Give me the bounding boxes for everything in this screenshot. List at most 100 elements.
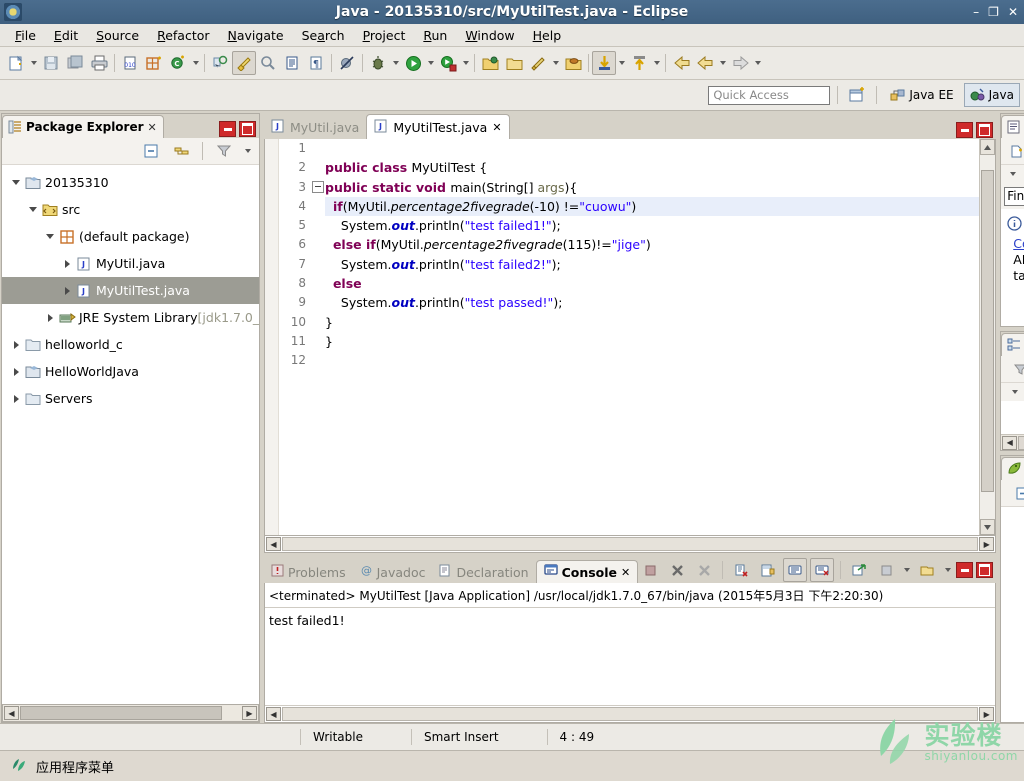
focus-on-active-task-icon[interactable]	[1009, 357, 1024, 381]
scroll-left-button[interactable]: ◀	[266, 537, 281, 551]
collapse-all-icon[interactable]	[139, 139, 163, 163]
save-icon[interactable]	[39, 51, 63, 75]
code-content[interactable]: public class MyUtilTest {public static v…	[325, 139, 980, 535]
code-line[interactable]: public class MyUtilTest {	[325, 158, 979, 177]
show-console-on-output-icon[interactable]	[783, 558, 808, 582]
code-line[interactable]: else if(MyUtil.percentage2fivegrade(115)…	[325, 235, 979, 254]
twisty-expanded-icon[interactable]	[42, 234, 58, 239]
console-tab-javadoc[interactable]: @ Javadoc	[353, 561, 433, 583]
quick-fix-icon[interactable]	[232, 51, 256, 75]
tree-item-20135310[interactable]: 20135310	[2, 169, 259, 196]
scroll-left-button[interactable]: ◀	[266, 707, 281, 721]
code-line[interactable]: if(MyUtil.percentage2fivegrade(-10) !="c…	[325, 196, 980, 217]
display-selected-console-icon[interactable]	[847, 558, 871, 582]
tree-item-src[interactable]: src	[2, 196, 259, 223]
link-with-editor-icon[interactable]	[169, 139, 193, 163]
tree-item-jre-system-library[interactable]: JRE System Library [jdk1.7.0_67	[2, 304, 259, 331]
twisty-collapsed-icon[interactable]	[8, 341, 24, 349]
twisty-expanded-icon[interactable]	[25, 207, 41, 212]
code-line[interactable]: else	[325, 274, 979, 293]
scroll-left-button[interactable]: ◀	[1002, 435, 1018, 450]
code-line[interactable]: System.out.println("test failed2!");	[325, 255, 979, 274]
twisty-collapsed-icon[interactable]	[8, 395, 24, 403]
package-explorer-hscrollbar[interactable]: ◀ ▶	[2, 704, 259, 722]
run-as-server-icon[interactable]	[436, 51, 460, 75]
twisty-collapsed-icon[interactable]	[8, 368, 24, 376]
new-task-icon[interactable]	[1005, 139, 1024, 163]
menu-item-file[interactable]: File	[6, 26, 45, 45]
spring-explorer-body[interactable]	[1001, 507, 1024, 722]
view-menu-icon[interactable]	[1007, 163, 1018, 185]
console-body[interactable]: <terminated> MyUtilTest [Java Applicatio…	[264, 583, 997, 723]
new-class-icon[interactable]: C	[166, 51, 190, 75]
twisty-collapsed-icon[interactable]	[59, 287, 75, 295]
console-tab-console[interactable]: Console ✕	[535, 560, 639, 583]
annotate-icon[interactable]	[526, 51, 550, 75]
taskbar-app-menu-label[interactable]: 应用程序菜单	[36, 757, 114, 776]
back-icon[interactable]	[693, 51, 717, 75]
menu-item-search[interactable]: Search	[293, 26, 354, 45]
scroll-left-button[interactable]: ◀	[4, 706, 19, 720]
tree-item-myutiltest-java[interactable]: J MyUtilTest.java	[2, 277, 259, 304]
annotation-ruler[interactable]	[265, 139, 279, 535]
perspective-java[interactable]: Java	[963, 83, 1020, 107]
deactivate-task-dropdown-icon[interactable]	[651, 52, 662, 74]
remove-launch-icon[interactable]	[665, 558, 689, 582]
code-line[interactable]: }	[325, 332, 979, 351]
hscroll-thumb[interactable]	[282, 707, 979, 721]
annotate-dropdown-icon[interactable]	[550, 52, 561, 74]
run-dropdown-icon[interactable]	[425, 52, 436, 74]
code-line[interactable]: public static void main(String[] args){	[325, 178, 979, 197]
scroll-right-button[interactable]: ▶	[979, 707, 995, 721]
remove-all-launches-icon[interactable]	[692, 558, 716, 582]
print-icon[interactable]	[87, 51, 111, 75]
vscroll-thumb[interactable]	[981, 170, 995, 492]
pin-console-icon[interactable]	[810, 558, 835, 582]
menu-item-navigate[interactable]: Navigate	[219, 26, 293, 45]
close-icon[interactable]: ✕	[492, 121, 501, 134]
code-line[interactable]	[325, 351, 979, 370]
fold-collapse-icon[interactable]	[311, 178, 325, 197]
twisty-collapsed-icon[interactable]	[42, 314, 58, 322]
terminate-icon[interactable]	[638, 558, 662, 582]
scroll-down-button[interactable]	[980, 519, 996, 535]
toggle-breakpoint-icon[interactable]: 010	[118, 51, 142, 75]
tab-task-list[interactable]: Task List ✕	[1001, 115, 1024, 138]
open-console-icon[interactable]	[874, 558, 898, 582]
open-task-icon[interactable]	[561, 51, 585, 75]
minimize-console-button[interactable]	[956, 562, 974, 578]
scroll-right-button[interactable]: ▶	[979, 537, 995, 551]
hscroll-thumb[interactable]	[282, 537, 979, 551]
console-menu-dropdown-icon[interactable]	[942, 559, 953, 581]
hscroll-thumb[interactable]	[1018, 435, 1024, 450]
forward-dropdown-icon[interactable]	[752, 52, 763, 74]
tab-package-explorer[interactable]: Package Explorer ✕	[2, 115, 164, 138]
skip-breakpoints-icon[interactable]	[335, 51, 359, 75]
search-icon[interactable]	[256, 51, 280, 75]
maximize-console-button[interactable]	[976, 562, 994, 578]
package-explorer-tree-body[interactable]: 20135310 src (default package) J MyUtil.java…	[2, 165, 259, 704]
code-line[interactable]: }	[325, 313, 979, 332]
open-console-dropdown-icon[interactable]	[901, 559, 912, 581]
editor-vscrollbar[interactable]	[979, 139, 996, 535]
quick-access-input[interactable]: Quick Access	[708, 85, 831, 105]
editor-hscrollbar[interactable]: ◀ ▶	[264, 536, 997, 553]
new-wizard-dropdown-icon[interactable]	[28, 52, 39, 74]
tab-spring-explorer[interactable]: Spring Expl ✕	[1001, 457, 1024, 480]
activate-task-dropdown-icon[interactable]	[616, 52, 627, 74]
menu-item-run[interactable]: Run	[414, 26, 456, 45]
forward-icon[interactable]	[728, 51, 752, 75]
view-menu-filter-icon[interactable]	[212, 139, 236, 163]
outline-body[interactable]	[1001, 401, 1024, 434]
back-dropdown-icon[interactable]	[717, 52, 728, 74]
open-folder-icon[interactable]	[502, 51, 526, 75]
scroll-right-button[interactable]: ▶	[242, 706, 257, 720]
scroll-up-button[interactable]	[980, 139, 996, 155]
debug-dropdown-icon[interactable]	[390, 52, 401, 74]
tree-item-helloworldjava[interactable]: HelloWorldJava	[2, 358, 259, 385]
save-all-icon[interactable]	[63, 51, 87, 75]
hscroll-thumb[interactable]	[20, 706, 222, 720]
menu-item-help[interactable]: Help	[524, 26, 571, 45]
code-line[interactable]: System.out.println("test failed1!");	[325, 216, 979, 235]
minimize-view-button[interactable]	[219, 121, 236, 137]
